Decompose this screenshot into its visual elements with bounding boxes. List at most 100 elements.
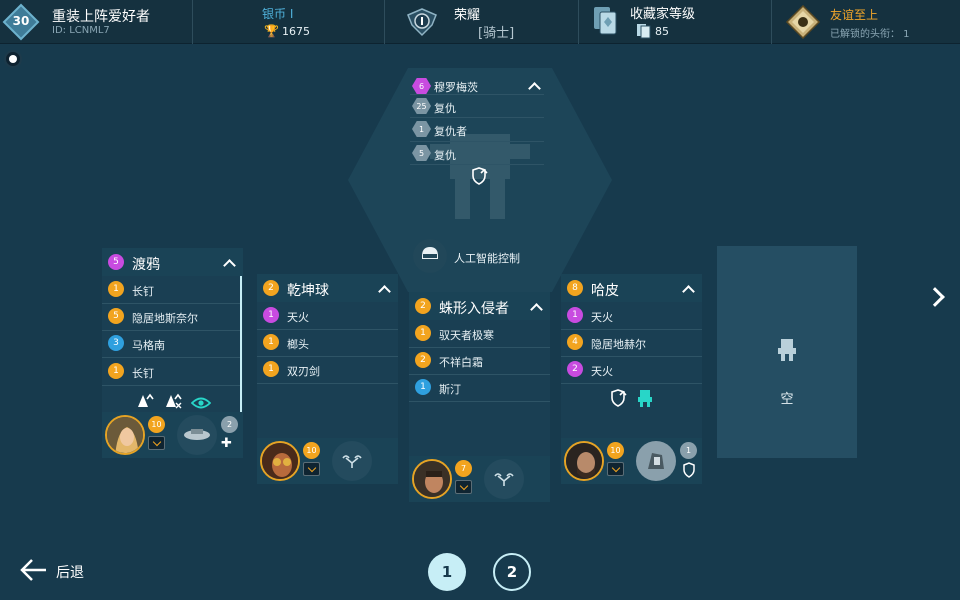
pilot-portrait[interactable] <box>105 415 145 455</box>
weapon-level-badge: 1 <box>415 379 431 395</box>
robot-name: 乾坤球 <box>287 283 329 299</box>
weapon-name: 马格南 <box>132 339 165 352</box>
weapon-level-badge: 2 <box>415 352 431 368</box>
boost-cancel-icon <box>164 391 182 413</box>
shield-boost-icon <box>609 389 627 411</box>
drone-level-badge: 1 <box>680 442 697 459</box>
divider <box>578 0 579 44</box>
eye-icon <box>190 394 212 413</box>
honor-emblem-icon[interactable] <box>405 5 439 43</box>
pilot-level-badge: 10 <box>607 442 624 459</box>
pilot-level-badge: 7 <box>455 460 472 477</box>
ai-pilot-label: 人工智能控制 <box>454 252 520 265</box>
weapon-name: 复仇者 <box>434 125 467 138</box>
drone-level-badge: 2 <box>221 416 238 433</box>
boost-up-icon <box>136 391 154 413</box>
divider <box>257 383 398 384</box>
drone-slot[interactable] <box>332 441 372 481</box>
friendship-title: 友谊至上 <box>830 8 879 22</box>
page-button-2[interactable]: 2 <box>493 553 531 591</box>
cards-small-icon <box>636 23 652 43</box>
pilot-portrait[interactable] <box>260 441 300 481</box>
weapon-level-badge: 4 <box>567 334 583 350</box>
robot-card[interactable]: 8 哈皮 1 天火 4 隐居地赫尔 2 天火 10 1 <box>561 274 702 484</box>
weapon-level-badge: 1 <box>567 307 583 323</box>
ai-pilot-icon <box>413 239 447 273</box>
weapon-level-badge: 1 <box>415 325 431 341</box>
robot-module-icon <box>637 389 653 411</box>
league-label[interactable]: 银币 I <box>262 5 293 22</box>
drone-shield-icon <box>681 462 697 482</box>
divider <box>102 330 240 331</box>
divider <box>410 94 544 95</box>
divider <box>102 357 240 358</box>
pilot-portrait[interactable] <box>412 459 452 499</box>
page-button-1[interactable]: 1 <box>428 553 466 591</box>
divider <box>410 117 544 118</box>
robot-level-badge: 2 <box>263 280 279 296</box>
back-label[interactable]: 后退 <box>56 562 84 582</box>
weapon-name: 长钉 <box>132 367 154 380</box>
honor-rank: [骑士] <box>478 26 515 41</box>
player-id: ID: LCNML7 <box>52 25 110 36</box>
weapon-name: 隐居地赫尔 <box>591 338 646 351</box>
divider <box>257 356 398 357</box>
honor-label: 荣耀 <box>454 8 481 23</box>
robot-level-badge: 5 <box>108 254 124 270</box>
collection-cards-icon[interactable] <box>592 5 618 41</box>
weapon-name: 复仇 <box>434 149 456 162</box>
friendship-subtitle: 已解锁的头衔： 1 <box>830 29 910 40</box>
divider <box>102 385 240 386</box>
weapon-name: 天火 <box>287 311 309 324</box>
robot-placeholder-icon <box>777 338 797 366</box>
pilot-portrait[interactable] <box>564 441 604 481</box>
divider <box>102 303 240 304</box>
divider <box>409 374 550 375</box>
weapon-level-badge: 1 <box>108 363 124 379</box>
divider <box>257 329 398 330</box>
divider <box>409 347 550 348</box>
weapon-level-badge: 1 <box>263 361 279 377</box>
rank-chevron-icon <box>148 436 165 450</box>
robot-card[interactable]: 2 蛛形入侵者 1 驭天者极寒 2 不祥白霜 1 斯汀 7 <box>409 292 550 502</box>
empty-slot-label: 空 <box>780 392 794 407</box>
weapon-name: 不祥白霜 <box>439 356 483 369</box>
divider <box>410 141 544 142</box>
pilot-level-badge: 10 <box>303 442 320 459</box>
weapon-name: 驭天者极寒 <box>439 329 494 342</box>
divider <box>771 0 772 44</box>
drone-ability-icon: ✚ <box>221 436 232 451</box>
friendship-badge-icon[interactable] <box>785 4 821 44</box>
empty-robot-slot[interactable]: 空 <box>717 246 857 458</box>
robot-name: 哈皮 <box>591 283 619 299</box>
rank-chevron-icon <box>455 480 472 494</box>
weapon-level-badge: 2 <box>567 361 583 377</box>
trophy-icon: 🏆 <box>264 24 279 38</box>
divider <box>561 383 702 384</box>
collector-label: 收藏家等级 <box>630 7 696 22</box>
drone-slot[interactable] <box>177 415 217 455</box>
pilot-level-badge: 10 <box>148 416 165 433</box>
weapon-name: 复仇 <box>434 102 456 115</box>
robot-card[interactable]: 5 渡鸦 1 长钉 5 隐居地斯奈尔 3 马格南 1 长钉 10 2 ✚ <box>102 248 243 458</box>
rank-chevron-icon <box>303 462 320 476</box>
player-name[interactable]: 重装上阵爱好者 <box>52 6 150 26</box>
collector-value: 85 <box>655 25 669 38</box>
weapon-name: 天火 <box>591 365 613 378</box>
back-button[interactable] <box>18 558 48 582</box>
next-arrow-icon[interactable] <box>925 287 945 307</box>
weapon-name: 天火 <box>591 311 613 324</box>
weapon-name: 隐居地斯奈尔 <box>132 312 198 325</box>
selection-radio[interactable] <box>4 50 22 68</box>
weapon-name: 榔头 <box>287 338 309 351</box>
scrollbar[interactable] <box>240 276 242 412</box>
weapon-name: 长钉 <box>132 285 154 298</box>
drone-slot[interactable] <box>484 459 524 499</box>
weapon-name: 穆罗梅茨 <box>434 81 478 94</box>
weapon-level-badge: 1 <box>263 334 279 350</box>
drone-slot[interactable] <box>636 441 676 481</box>
divider <box>192 0 193 44</box>
back-arrow-icon <box>20 559 46 581</box>
robot-card[interactable]: 2 乾坤球 1 天火 1 榔头 1 双刃剑 10 <box>257 274 398 484</box>
weapon-name: 斯汀 <box>439 383 461 396</box>
